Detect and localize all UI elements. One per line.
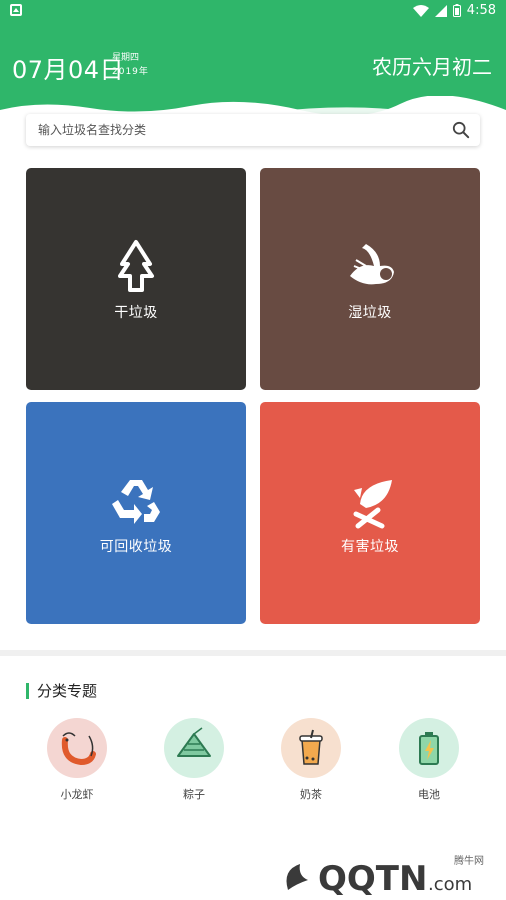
card-recyclable[interactable]: 可回收垃圾 [26, 402, 246, 624]
search-bar[interactable] [26, 114, 480, 146]
battery-icon [419, 732, 439, 765]
date-display: 07月04日 [12, 56, 125, 84]
status-time: 4:58 [466, 3, 496, 18]
wifi-icon [412, 4, 429, 17]
date-meta: 星期四 2019年 [112, 52, 149, 78]
svg-text:.com: .com [428, 874, 472, 895]
topic-zongzi-label: 粽子 [183, 788, 205, 801]
hazard-icon [353, 480, 392, 529]
section-divider [0, 650, 506, 656]
card-dry-trash-label: 干垃圾 [114, 305, 158, 321]
zongzi-icon [177, 727, 211, 757]
card-wet-trash-label: 湿垃圾 [348, 305, 392, 321]
topic-milk-tea[interactable]: 奶茶 [271, 718, 351, 802]
lunar-date: 农历六月初二 [372, 55, 492, 79]
search-icon[interactable] [452, 121, 470, 139]
notification-icon [10, 4, 22, 16]
battery-status-icon [452, 4, 461, 17]
card-hazardous-label: 有害垃圾 [341, 539, 399, 555]
card-wet-trash[interactable]: 湿垃圾 [260, 168, 480, 390]
topic-zongzi-circle [164, 718, 224, 778]
header: 4:58 07月04日 星期四 2019年 农历六月初二 [0, 0, 506, 120]
status-bar: 4:58 [0, 0, 506, 24]
topic-crayfish-circle [47, 718, 107, 778]
crayfish-icon [61, 732, 96, 766]
topic-zongzi[interactable]: 粽子 [154, 718, 234, 802]
card-dry-trash[interactable]: 干垃圾 [26, 168, 246, 390]
search-input[interactable] [38, 114, 438, 146]
milk-tea-icon [299, 729, 323, 765]
wet-trash-icon [350, 244, 394, 285]
topic-milk-tea-circle [281, 718, 341, 778]
svg-text:QQTN: QQTN [318, 859, 427, 899]
topic-battery-label: 电池 [418, 788, 440, 801]
signal-icon [434, 4, 447, 17]
status-indicators: 4:58 [412, 3, 496, 18]
watermark-sub-text: 腾牛网 [454, 856, 484, 867]
topic-battery-circle [399, 718, 459, 778]
weekday-label: 星期四 [112, 53, 140, 63]
recycle-icon [112, 480, 160, 524]
topic-battery[interactable]: 电池 [389, 718, 469, 802]
topic-milk-tea-label: 奶茶 [300, 788, 322, 801]
dry-trash-icon [118, 240, 154, 292]
topic-crayfish[interactable]: 小龙虾 [37, 718, 117, 802]
topics-title: 分类专题 [26, 683, 97, 699]
card-recyclable-label: 可回收垃圾 [99, 539, 173, 555]
year-label: 2019年 [112, 67, 149, 77]
topic-crayfish-label: 小龙虾 [60, 788, 94, 801]
card-hazardous[interactable]: 有害垃圾 [260, 402, 480, 624]
